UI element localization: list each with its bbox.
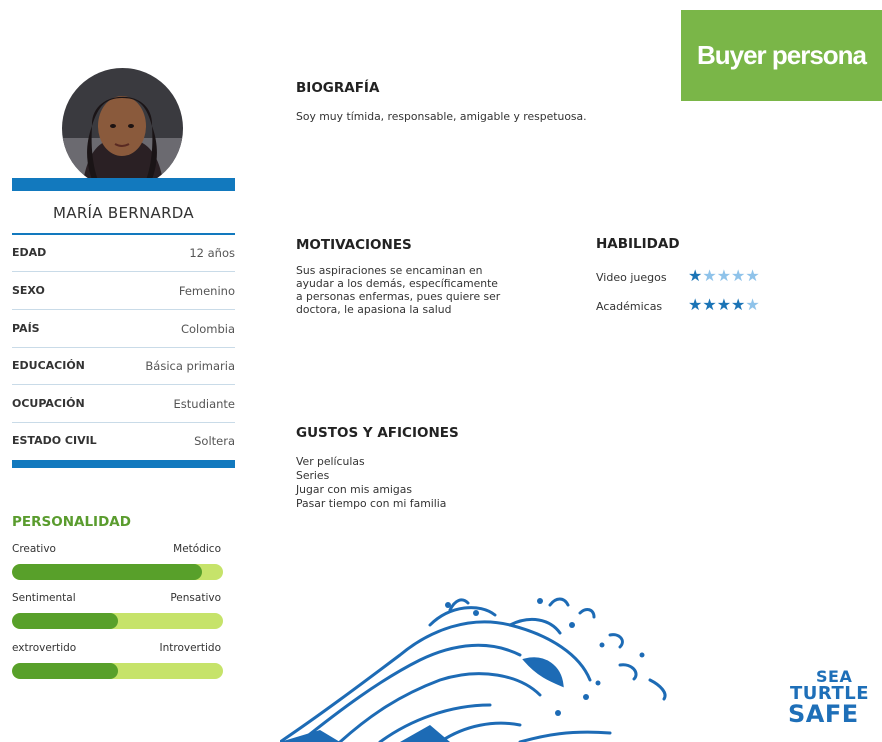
star-empty-icon: ★ bbox=[745, 266, 760, 285]
hobbies-list: Ver películas Series Jugar con mis amiga… bbox=[296, 455, 446, 511]
star-filled-icon: ★ bbox=[702, 295, 717, 314]
trait-right-label: Introvertido bbox=[159, 642, 222, 654]
trait-left-label: Creativo bbox=[12, 543, 56, 555]
trait-bar bbox=[12, 613, 223, 629]
info-row-country: PAÍS Colombia bbox=[12, 310, 235, 348]
motivations-line: Sus aspiraciones se encaminan en bbox=[296, 264, 483, 277]
motivations-line: doctora, le apasiona la salud bbox=[296, 303, 452, 316]
trait-bar bbox=[12, 564, 223, 580]
info-row-occupation: OCUPACIÓN Estudiante bbox=[12, 385, 235, 423]
biography-title: BIOGRAFÍA bbox=[296, 80, 380, 96]
skills-title: HABILIDAD bbox=[596, 236, 680, 252]
trait-right-label: Metódico bbox=[173, 543, 221, 555]
wave-illustration bbox=[280, 597, 667, 742]
skill-rating-stars: ★★★★★ bbox=[688, 295, 760, 314]
hobby-item: Pasar tiempo con mi familia bbox=[296, 497, 447, 510]
biography-text: Soy muy tímida, responsable, amigable y … bbox=[296, 110, 587, 123]
motivations-text: Sus aspiraciones se encaminan en ayudar … bbox=[296, 264, 500, 316]
star-filled-icon: ★ bbox=[731, 295, 746, 314]
info-value: Soltera bbox=[194, 434, 235, 448]
motivations-line: a personas enfermas, pues quiere ser bbox=[296, 290, 501, 303]
skill-label: Académicas bbox=[596, 300, 663, 313]
profile-top-bar bbox=[12, 178, 235, 191]
star-empty-icon: ★ bbox=[716, 266, 732, 285]
info-label: OCUPACIÓN bbox=[12, 397, 85, 410]
hobby-item: Jugar con mis amigas bbox=[296, 483, 412, 496]
trait-bar-fill bbox=[12, 564, 202, 580]
info-value: Colombia bbox=[180, 322, 235, 336]
star-empty-icon: ★ bbox=[702, 266, 717, 285]
page-title: Buyer persona bbox=[696, 40, 867, 70]
star-empty-icon: ★ bbox=[731, 266, 746, 285]
info-value: Femenino bbox=[178, 284, 235, 298]
trait-bar bbox=[12, 663, 223, 679]
trait-left-label: extrovertido bbox=[12, 642, 77, 654]
trait-bar-fill bbox=[12, 613, 118, 629]
info-row-age: EDAD 12 años bbox=[12, 234, 235, 272]
info-label: EDAD bbox=[12, 246, 47, 259]
person-name: MARÍA BERNARDA bbox=[53, 204, 194, 222]
star-filled-icon: ★ bbox=[716, 295, 732, 314]
info-row-civil-status: ESTADO CIVIL Soltera bbox=[12, 422, 235, 460]
trait-right-label: Pensativo bbox=[170, 592, 221, 604]
hobbies-title: GUSTOS Y AFICIONES bbox=[296, 425, 459, 441]
skill-rating-stars: ★★★★★ bbox=[688, 266, 760, 285]
info-value: Básica primaria bbox=[145, 359, 235, 373]
info-value: Estudiante bbox=[173, 397, 235, 411]
star-filled-icon: ★ bbox=[688, 266, 703, 285]
logo-line: SAFE bbox=[788, 700, 859, 728]
trait-bar-fill bbox=[12, 663, 118, 679]
info-row-education: EDUCACIÓN Básica primaria bbox=[12, 347, 235, 385]
star-filled-icon: ★ bbox=[688, 295, 703, 314]
hobby-item: Ver películas bbox=[296, 455, 365, 468]
profile-bottom-bar bbox=[12, 460, 235, 468]
brand-logo: SEA TURTLE SAFE bbox=[786, 668, 882, 728]
skill-label: Video juegos bbox=[596, 271, 667, 284]
hobby-item: Series bbox=[296, 469, 330, 482]
motivations-title: MOTIVACIONES bbox=[296, 237, 412, 253]
title-banner: Buyer persona bbox=[681, 10, 882, 101]
info-label: ESTADO CIVIL bbox=[12, 434, 97, 447]
trait-left-label: Sentimental bbox=[12, 592, 76, 604]
info-label: PAÍS bbox=[12, 322, 40, 335]
avatar bbox=[62, 68, 183, 189]
star-empty-icon: ★ bbox=[745, 295, 760, 314]
info-row-sex: SEXO Femenino bbox=[12, 272, 235, 310]
info-label: SEXO bbox=[12, 284, 45, 297]
motivations-line: ayudar a los demás, específicamente bbox=[296, 277, 498, 290]
info-value: 12 años bbox=[189, 246, 235, 260]
info-label: EDUCACIÓN bbox=[12, 359, 85, 372]
personality-title: PERSONALIDAD bbox=[12, 514, 131, 530]
